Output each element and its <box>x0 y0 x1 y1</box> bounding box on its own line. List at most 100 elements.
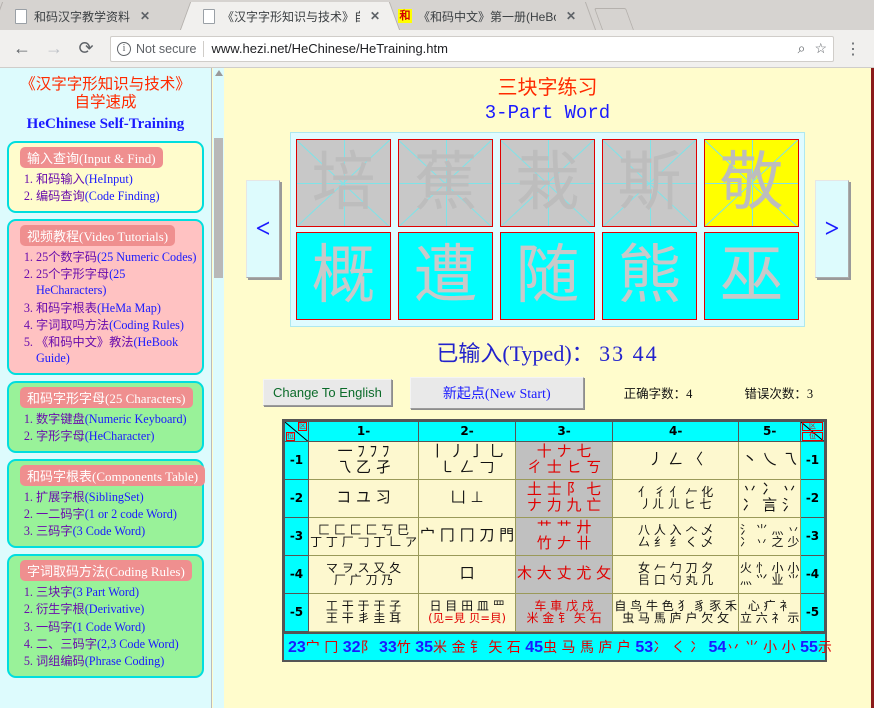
list-item[interactable]: 二、三码字(2,3 Code Word) <box>36 636 197 652</box>
reload-icon[interactable]: ⟳ <box>72 35 100 63</box>
character-cell[interactable]: 斯 <box>602 138 697 227</box>
cell-5-3[interactable]: 车 車 戊 戍米 金 钅 矢 石 <box>515 592 614 632</box>
col-header-5[interactable]: 5- <box>738 420 801 442</box>
cell-1-4[interactable]: 丿 ㄥ 〈 <box>612 440 740 480</box>
scroll-up-arrow-icon[interactable] <box>215 70 223 76</box>
cell-4-3[interactable]: 木 大 丈 尤 攵 <box>515 554 614 594</box>
list-item[interactable]: 《和码中文》教法(HeBook Guide) <box>36 334 197 366</box>
cell-2-3[interactable]: 土 士 阝 七ナ 力 九 亡 <box>515 478 614 518</box>
item-en: (3 Code Word) <box>72 524 146 539</box>
list-item[interactable]: 衍生字根(Derivative) <box>36 601 197 617</box>
list-item[interactable]: 25个字形字母(25 HeCharacters) <box>36 266 197 298</box>
list-item[interactable]: 编码查询(Code Finding) <box>36 188 197 204</box>
cell-line2: 丿ㄦ ㄦ ヒ 七 <box>639 497 712 512</box>
cell-1-3[interactable]: 十 ナ 七ㄔ 士 ヒ ㄎ <box>515 440 614 480</box>
list-item[interactable]: 字形字母(HeCharacter) <box>36 428 197 444</box>
cell-3-1[interactable]: 匚 匚 匚 匚 丂 巳丁 丁 厂 𠃌 丁 𠃊 ア <box>307 516 420 556</box>
cell-4-2[interactable]: 口 <box>418 554 517 594</box>
cell-1-2[interactable]: 丨 丿 亅 乚㇄ 𠃋 𠃌 <box>418 440 517 480</box>
legend-code: 35 <box>415 638 433 656</box>
character-cell[interactable]: 巫 <box>704 231 799 320</box>
main-panel: 三块字练习 3-Part Word < 培 蕉 栽 斯 敬 概 遭 随 熊 巫 … <box>224 68 871 708</box>
he-favicon-icon: 和 <box>398 9 412 23</box>
character-cell[interactable]: 培 <box>296 138 391 227</box>
next-button[interactable]: > <box>815 180 849 279</box>
prev-button[interactable]: < <box>246 180 280 279</box>
character-cell[interactable]: 遭 <box>398 231 493 320</box>
tab-2[interactable]: 和 《和码中文》第一册(HeBoo ✕ <box>375 2 597 30</box>
scrollbar-thumb[interactable] <box>214 138 223 278</box>
search-icon[interactable]: ⌕ <box>798 40 806 57</box>
item-en: (SiblingSet) <box>84 490 144 505</box>
list-item[interactable]: 25个数字码(25 Numeric Codes) <box>36 249 197 265</box>
cell-3-5[interactable]: 氵 ⺌ 灬 丷冫 丷 之 少 <box>738 516 801 556</box>
cell-5-4[interactable]: 自 鸟 牛 色 犭 豸 豕 禾虫 马 馬 庐 户 欠 攵 <box>612 592 740 632</box>
row-label-left[interactable]: -3 <box>284 516 309 556</box>
cell-5-2[interactable]: 日 目 田 皿 罒 (见=見 贝=貝) <box>418 592 517 632</box>
row-label-right[interactable]: -2 <box>800 478 825 518</box>
tab-close-icon[interactable]: ✕ <box>138 9 152 23</box>
row-label-right[interactable]: -3 <box>800 516 825 556</box>
list-item[interactable]: 一二码字(1 or 2 code Word) <box>36 506 197 522</box>
new-start-button[interactable]: 新起点(New Start) <box>409 376 584 409</box>
col-header-1[interactable]: 1- <box>307 420 420 442</box>
character-cell[interactable]: 随 <box>500 231 595 320</box>
cell-5-1[interactable]: 工 干 于 于 子王 干 丯 圭 耳 <box>307 592 420 632</box>
cell-4-4[interactable]: 女 𠂉 勹 刀 夕㠯 口 勺 丸 几 <box>612 554 740 594</box>
row-label-left[interactable]: -1 <box>284 440 309 480</box>
forward-icon[interactable]: → <box>40 35 68 63</box>
cell-4-1[interactable]: マ ヲ ス 又 夂厂 广 刀 乃 <box>307 554 420 594</box>
list-item[interactable]: 扩展字根(SiblingSet) <box>36 489 197 505</box>
item-cn: 衍生字根 <box>36 602 85 617</box>
info-circle-icon[interactable]: i <box>117 41 131 56</box>
cell-2-1[interactable]: コ ユ 习 <box>307 478 420 518</box>
cell-2-5[interactable]: 丷 冫 丷冫 言 氵 <box>738 478 801 518</box>
character-cell-active[interactable]: 敬 <box>704 138 799 227</box>
character-cell[interactable]: 栽 <box>500 138 595 227</box>
cell-5-5[interactable]: 心 疒 衤立 六 礻 示 <box>738 592 801 632</box>
cell-line2: 竹 𠂇 卄 <box>536 534 592 553</box>
page-scrollbar[interactable] <box>212 68 224 708</box>
list-item[interactable]: 字词取吗方法(Coding Rules) <box>36 317 197 333</box>
tab-0[interactable]: 和码汉字教学资料 ✕ <box>0 2 205 30</box>
row-label-left[interactable]: -5 <box>284 592 309 632</box>
cell-line2: 厂 广 刀 乃 <box>333 573 394 588</box>
list-item[interactable]: 和码输入(HeInput) <box>36 171 197 187</box>
row-label-left[interactable]: -2 <box>284 478 309 518</box>
list-item[interactable]: 和码字根表(HeMa Map) <box>36 300 197 316</box>
col-header-4[interactable]: 4- <box>612 420 740 442</box>
col-header-3[interactable]: 3- <box>515 420 614 442</box>
character-cell[interactable]: 熊 <box>602 231 697 320</box>
row-label-right[interactable]: -1 <box>800 440 825 480</box>
col-header-2[interactable]: 2- <box>418 420 517 442</box>
change-language-button[interactable]: Change To English <box>263 379 392 407</box>
character-cell[interactable]: 概 <box>296 231 391 320</box>
tab-1[interactable]: 《汉字字形知识与技术》自 ✕ <box>179 2 401 30</box>
sidebar: 《汉字字形知识与技术》 自学速成 HeChinese Self-Training… <box>0 68 212 708</box>
cell-2-2[interactable]: 凵 ⊥ <box>418 478 517 518</box>
cell-line2: ㄔ 士 ヒ ㄎ <box>526 458 602 477</box>
cell-1-5[interactable]: 丶 乀 乁 <box>738 440 801 480</box>
address-bar[interactable]: i Not secure www.hezi.net/HeChinese/HeTr… <box>110 35 834 62</box>
tab-title: 和码汉字教学资料 <box>34 9 131 24</box>
list-item[interactable]: 三块字(3 Part Word) <box>36 584 197 600</box>
row-label-right[interactable]: -5 <box>800 592 825 632</box>
back-icon[interactable]: ← <box>8 35 36 63</box>
row-label-left[interactable]: -4 <box>284 554 309 594</box>
cell-3-4[interactable]: 八 人 入 𠆢 乄厶 纟 纟 く 乄 <box>612 516 740 556</box>
list-item[interactable]: 词组编码(Phrase Coding) <box>36 653 197 669</box>
character-glyph: 敬 <box>719 145 784 220</box>
list-item[interactable]: 一码字(1 Code Word) <box>36 619 197 635</box>
cell-1-1[interactable]: 一 ﾌ ﾌ ﾌ乁 乙 孑 <box>307 440 420 480</box>
list-item[interactable]: 数字键盘(Numeric Keyboard) <box>36 411 197 427</box>
cell-3-2[interactable]: 宀 冂 冂 刀 門 <box>418 516 517 556</box>
cell-3-3[interactable]: 艹 艹 廾竹 𠂇 卄 <box>515 516 614 556</box>
bookmark-star-icon[interactable]: ☆ <box>814 40 827 57</box>
row-label-right[interactable]: -4 <box>800 554 825 594</box>
new-tab-button[interactable] <box>593 8 635 30</box>
cell-2-4[interactable]: 亻 彳 亻 𠂉 化丿ㄦ ㄦ ヒ 七 <box>612 478 740 518</box>
browser-menu-icon[interactable]: ⋮ <box>840 39 866 59</box>
cell-4-5[interactable]: 火 忄 小 小灬 ⺍ 业 ⺌ <box>738 554 801 594</box>
list-item[interactable]: 三码字(3 Code Word) <box>36 523 197 539</box>
character-cell[interactable]: 蕉 <box>398 138 493 227</box>
